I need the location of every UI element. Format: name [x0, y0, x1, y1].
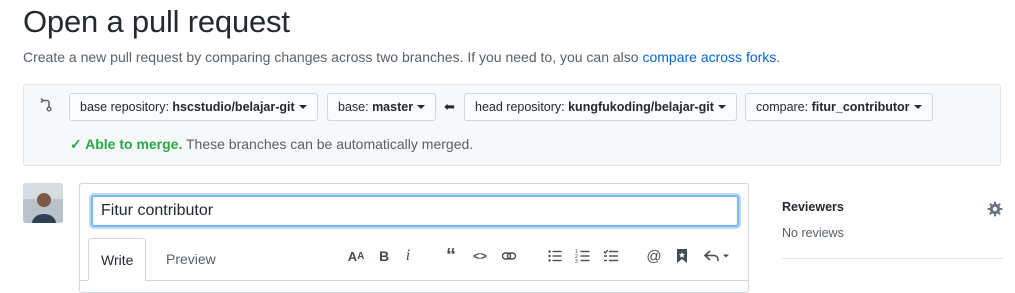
compare-branch-select[interactable]: compare: fitur_contributor [745, 93, 933, 121]
base-branch-prefix: base: [338, 100, 373, 114]
caret-down-icon [913, 105, 922, 109]
pr-title-input[interactable] [91, 195, 739, 227]
italic-icon[interactable]: i [398, 246, 418, 266]
base-repository-select[interactable]: base repository: hscstudio/belajar-git [69, 93, 318, 121]
merge-status-text: These branches can be automatically merg… [182, 136, 474, 152]
reviewers-value: No reviews [782, 226, 844, 240]
merge-ok-label: Able to merge. [85, 136, 183, 152]
avatar [23, 183, 63, 223]
head-repository-select[interactable]: head repository: kungfukoding/belajar-gi… [464, 93, 737, 121]
arrow-left-icon: ⬅ [444, 99, 455, 114]
head-repository-value: kungfukoding/belajar-git [568, 100, 714, 114]
caret-down-icon [717, 105, 726, 109]
gear-icon[interactable] [987, 201, 1003, 217]
svg-text:3: 3 [575, 259, 578, 264]
base-branch-select[interactable]: base: master [327, 93, 437, 121]
unordered-list-icon[interactable] [545, 246, 565, 266]
bold-icon[interactable]: B [374, 246, 394, 266]
compare-branch-prefix: compare: [756, 100, 812, 114]
caret-down-icon [417, 105, 426, 109]
reviewers-heading: Reviewers [782, 200, 844, 214]
reply-icon[interactable] [702, 246, 732, 266]
ordered-list-icon[interactable]: 123 [573, 246, 593, 266]
merge-status: ✓ Able to merge. These branches can be a… [70, 136, 473, 153]
git-compare-icon [40, 97, 52, 112]
base-repository-prefix: base repository: [80, 100, 173, 114]
link-icon[interactable] [499, 246, 519, 266]
page-title: Open a pull request [23, 4, 290, 39]
pull-request-form: Write Preview AA B i “ <> 123 @ [79, 183, 749, 293]
tab-write[interactable]: Write [88, 238, 147, 281]
check-icon: ✓ [70, 136, 86, 152]
code-icon[interactable]: <> [470, 246, 490, 266]
compare-across-forks-link[interactable]: compare across forks [642, 49, 776, 65]
tab-preview[interactable]: Preview [154, 238, 228, 280]
head-repository-prefix: head repository: [475, 100, 569, 114]
branch-range-editor: base repository: hscstudio/belajar-git b… [23, 84, 1001, 166]
compare-branch-value: fitur_contributor [811, 100, 910, 114]
page-subtitle: Create a new pull request by comparing c… [23, 49, 780, 65]
subtitle-text: Create a new pull request by comparing c… [23, 49, 643, 65]
sidebar-divider [782, 258, 1003, 259]
base-repository-value: hscstudio/belajar-git [172, 100, 295, 114]
caret-down-icon [298, 105, 307, 109]
text-size-icon[interactable]: AA [346, 246, 366, 266]
subtitle-end: . [776, 49, 781, 65]
task-list-icon[interactable] [601, 246, 621, 266]
base-branch-value: master [372, 100, 414, 114]
quote-icon[interactable]: “ [441, 245, 461, 267]
mention-icon[interactable]: @ [644, 246, 664, 266]
avatar-image [23, 183, 63, 223]
bookmark-icon[interactable] [672, 246, 692, 266]
